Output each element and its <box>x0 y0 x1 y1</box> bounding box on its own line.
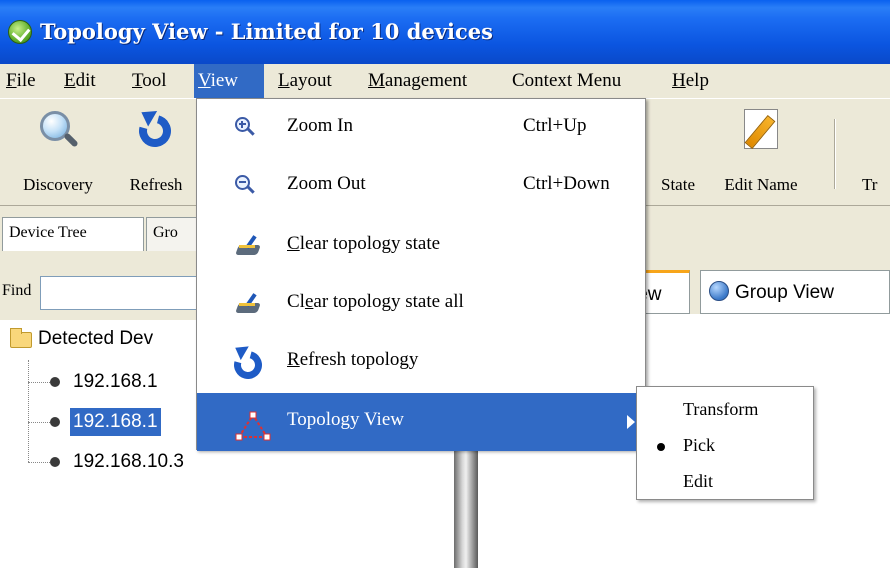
find-label: Find <box>2 282 32 299</box>
radio-bullet-icon <box>657 443 665 451</box>
menu-context-menu[interactable]: Context Menu <box>508 64 625 98</box>
refresh-topology-label: Refresh topology <box>287 349 418 371</box>
discovery-label: Discovery <box>23 175 93 194</box>
refresh-icon <box>228 340 268 385</box>
zoom-in-label: Zoom In <box>287 115 353 136</box>
refresh-label: Refresh <box>129 175 183 194</box>
menu-edit-hotkey: E <box>64 70 76 91</box>
tree-connector <box>28 360 29 462</box>
zoom-in-shortcut: Ctrl+Up <box>523 115 587 136</box>
menu-item-zoom-out[interactable]: Zoom Out Ctrl+Down <box>197 157 645 215</box>
left-panel-tabs: Device Tree Gro <box>0 213 200 253</box>
zoom-out-label: Zoom Out <box>287 173 366 194</box>
device-node-icon <box>50 417 60 427</box>
menu-layout[interactable]: Layout <box>274 64 336 98</box>
clear-topology-state-all-label: Clear topology state all <box>287 291 464 313</box>
splitter-bar[interactable] <box>454 448 478 568</box>
menu-item-zoom-in[interactable]: Zoom In Ctrl+Up <box>197 99 645 157</box>
zoom-out-icon <box>235 175 255 195</box>
menu-file[interactable]: File <box>2 64 40 98</box>
menu-view[interactable]: View <box>194 64 264 98</box>
menu-item-clear-topology-state-all[interactable]: Clear topology state all <box>197 275 645 333</box>
menu-edit[interactable]: Edit <box>60 64 100 98</box>
menu-file-label: ile <box>16 70 36 91</box>
menu-management-label: anagement <box>384 70 468 91</box>
tab-device-tree[interactable]: Device Tree <box>2 217 144 251</box>
clear-state-button[interactable]: State <box>648 99 708 207</box>
menu-tool-hotkey: T <box>132 70 143 91</box>
menu-item-clear-topology-state[interactable]: Clear topology state <box>197 217 645 275</box>
transform-button[interactable]: Tr <box>862 99 890 207</box>
find-row: Find <box>0 276 200 312</box>
refresh-hotkey: R <box>287 349 300 370</box>
app-icon <box>8 20 32 44</box>
refresh-button[interactable]: Refresh <box>116 99 196 207</box>
menu-item-refresh-topology[interactable]: Refresh topology <box>197 333 645 391</box>
device-node-icon <box>50 457 60 467</box>
refresh-icon <box>133 104 177 153</box>
refresh-rest: efresh topology <box>299 349 419 370</box>
menu-view-label: iew <box>210 70 239 91</box>
tab-group-view[interactable]: Group View <box>700 270 890 314</box>
tab-group[interactable]: Gro <box>146 217 198 251</box>
view-tabs: iew Group View <box>624 270 890 314</box>
tree-node-label: 192.168.1 <box>73 371 158 392</box>
toolbar-separator <box>834 119 836 189</box>
menu-tool[interactable]: Tool <box>128 64 171 98</box>
submenu-item-pick[interactable]: Pick <box>637 427 813 463</box>
menu-context-menu-label: Context Menu <box>512 70 622 91</box>
clear-state-rest: lear topology state <box>299 233 441 254</box>
discovery-button[interactable]: Discovery <box>0 99 116 207</box>
find-input[interactable] <box>40 276 200 310</box>
menu-layout-label: ayout <box>289 70 332 91</box>
pick-label: Pick <box>683 435 716 455</box>
group-view-label: Group View <box>735 282 834 303</box>
magnifier-icon <box>36 109 80 153</box>
submenu-item-transform[interactable]: Transform <box>637 391 813 427</box>
menu-help-hotkey: H <box>672 70 686 91</box>
menu-management[interactable]: Management <box>364 64 471 98</box>
menu-item-topology-view[interactable]: Topology View <box>197 393 645 451</box>
tree-node-label: 192.168.1 <box>70 408 161 436</box>
topology-icon <box>235 411 271 447</box>
clear-all-rest: ar topology state all <box>313 291 464 312</box>
menu-management-hotkey: M <box>368 70 385 91</box>
menu-help-label: elp <box>685 70 709 91</box>
zoom-out-shortcut: Ctrl+Down <box>523 173 610 194</box>
menu-help[interactable]: Help <box>668 64 713 98</box>
broom-icon <box>235 293 263 315</box>
group-view-icon <box>709 281 729 301</box>
menu-tool-label: ool <box>142 70 167 91</box>
menu-file-hotkey: F <box>6 70 17 91</box>
device-tree: Detected Dev 192.168.1 192.168.1 192.168… <box>0 320 200 568</box>
menu-edit-label: dit <box>75 70 96 91</box>
clear-state-hotkey: C <box>287 233 300 254</box>
submenu-arrow-icon <box>627 415 635 429</box>
tree-root-detected-devices[interactable]: Detected Dev <box>38 328 153 350</box>
menu-bar: File Edit Tool View Layout Management Co… <box>0 64 890 98</box>
edit-name-label: Edit Name <box>724 175 798 194</box>
edit-name-button[interactable]: Edit Name <box>708 99 814 207</box>
menu-view-hotkey: V <box>198 70 211 91</box>
topology-view-label: Topology View <box>287 409 404 430</box>
pencil-icon <box>744 109 778 149</box>
menu-layout-hotkey: L <box>278 70 290 91</box>
tree-node-label: 192.168.10.3 <box>73 451 184 472</box>
folder-icon <box>10 328 32 348</box>
state-label: State <box>661 175 695 194</box>
clear-all-prefix: Cl <box>287 291 305 312</box>
application-window: Topology View - Limited for 10 devices F… <box>0 0 890 568</box>
broom-icon <box>235 235 263 257</box>
view-menu-dropdown: Zoom In Ctrl+Up Zoom Out Ctrl+Down Clear… <box>196 98 646 451</box>
device-node-icon <box>50 377 60 387</box>
topology-view-submenu: Transform Pick Edit <box>636 386 814 500</box>
edit-label: Edit <box>683 471 713 491</box>
transform-label: Tr <box>862 175 878 194</box>
clear-topology-state-label: Clear topology state <box>287 233 440 255</box>
window-title: Topology View - Limited for 10 devices <box>40 19 493 44</box>
title-bar[interactable]: Topology View - Limited for 10 devices <box>0 0 890 64</box>
transform-label: Transform <box>683 399 759 419</box>
submenu-item-edit[interactable]: Edit <box>637 463 813 499</box>
zoom-in-icon <box>235 117 255 137</box>
